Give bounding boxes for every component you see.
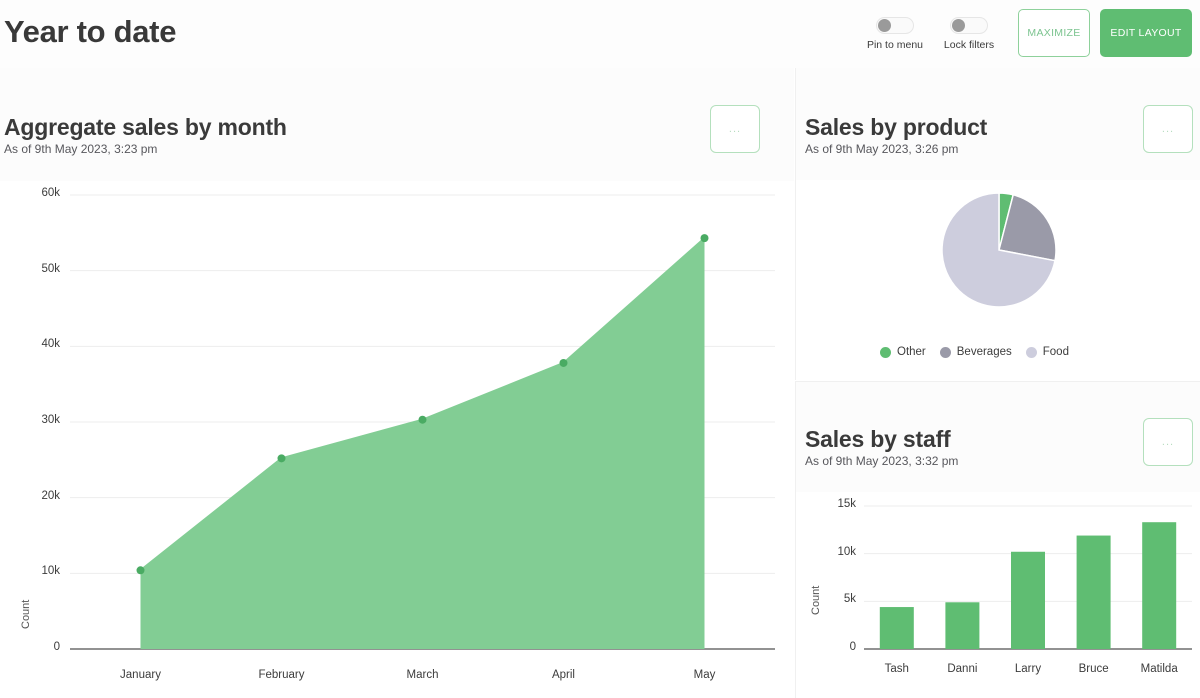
- pin-to-menu-label: Pin to menu: [867, 39, 923, 51]
- dashboard-header: Year to date Pin to menu Lock filters MA…: [0, 0, 1200, 68]
- panel-title-staff: Sales by staff: [805, 426, 951, 453]
- panel-aggregate-sales: Aggregate sales by month As of 9th May 2…: [0, 68, 794, 698]
- panel-sales-by-product: Sales by product As of 9th May 2023, 3:2…: [795, 68, 1200, 380]
- pin-to-menu-toggle[interactable]: [876, 17, 914, 34]
- legend-item[interactable]: Food: [1026, 346, 1069, 358]
- legend-item[interactable]: Other: [880, 346, 926, 358]
- panel-subtitle-aggregate: As of 9th May 2023, 3:23 pm: [4, 142, 157, 156]
- chart-aggregate-sales-by-month: Count 0 10k 20k 30k 40k 50k 60k January Februar…: [0, 181, 794, 698]
- panel-menu-button-staff[interactable]: ...: [1143, 418, 1193, 466]
- y-axis-title-area: Count: [20, 600, 32, 629]
- legend-label: Beverages: [957, 346, 1012, 358]
- maximize-button[interactable]: MAXIMIZE: [1018, 9, 1090, 57]
- y-tick-label: 15k: [796, 498, 856, 510]
- lock-filters-toggle[interactable]: [950, 17, 988, 34]
- toggle-knob: [952, 19, 965, 32]
- pin-to-menu-toggle-group[interactable]: Pin to menu: [858, 9, 932, 51]
- chart-sales-by-staff: Count 05k10k15k TashDanniLarryBruceMatil…: [796, 492, 1200, 697]
- pie-legend: Other Beverages Food: [880, 346, 1069, 358]
- x-tick-label: May: [645, 669, 765, 681]
- legend-swatch-icon: [940, 347, 951, 358]
- lock-filters-toggle-group[interactable]: Lock filters: [932, 9, 1006, 51]
- y-tick-label: 20k: [0, 490, 60, 502]
- legend-swatch-icon: [1026, 347, 1037, 358]
- y-tick-label: 0: [796, 641, 856, 653]
- edit-layout-button[interactable]: EDIT LAYOUT: [1100, 9, 1192, 57]
- legend-swatch-icon: [880, 347, 891, 358]
- toggle-knob: [878, 19, 891, 32]
- y-tick-label: 10k: [796, 546, 856, 558]
- x-tick-label: April: [504, 669, 624, 681]
- dashboard-root: Year to date Pin to menu Lock filters MA…: [0, 0, 1200, 698]
- x-tick-label: February: [222, 669, 342, 681]
- x-tick-label: Matilda: [1109, 663, 1200, 675]
- lock-filters-label: Lock filters: [944, 39, 994, 51]
- panel-header-aggregate: Aggregate sales by month As of 9th May 2…: [0, 68, 794, 181]
- x-tick-label: January: [81, 669, 201, 681]
- y-tick-label: 10k: [0, 565, 60, 577]
- legend-item[interactable]: Beverages: [940, 346, 1012, 358]
- y-tick-label: 5k: [796, 593, 856, 605]
- pie-chart-svg: [796, 180, 1200, 340]
- x-tick-label: March: [363, 669, 483, 681]
- chart-sales-by-product: Other Beverages Food: [796, 180, 1200, 380]
- panel-title-product: Sales by product: [805, 114, 987, 141]
- panel-title-aggregate: Aggregate sales by month: [4, 114, 287, 141]
- header-toolbar: Pin to menu Lock filters MAXIMIZE EDIT L…: [858, 9, 1192, 57]
- y-tick-label: 40k: [0, 338, 60, 350]
- panel-subtitle-staff: As of 9th May 2023, 3:32 pm: [805, 454, 958, 468]
- panel-menu-button-product[interactable]: ...: [1143, 105, 1193, 153]
- y-tick-label: 60k: [0, 187, 60, 199]
- panel-sales-by-staff: Sales by staff As of 9th May 2023, 3:32 …: [795, 381, 1200, 698]
- y-tick-label: 0: [0, 641, 60, 653]
- area-chart-svg: [0, 181, 794, 698]
- y-tick-label: 30k: [0, 414, 60, 426]
- panel-header-product: Sales by product As of 9th May 2023, 3:2…: [796, 68, 1200, 180]
- legend-label: Food: [1043, 346, 1069, 358]
- page-title: Year to date: [4, 14, 176, 50]
- legend-label: Other: [897, 346, 926, 358]
- y-tick-label: 50k: [0, 263, 60, 275]
- panel-header-staff: Sales by staff As of 9th May 2023, 3:32 …: [796, 382, 1200, 492]
- panel-subtitle-product: As of 9th May 2023, 3:26 pm: [805, 142, 958, 156]
- panel-menu-button-aggregate[interactable]: ...: [710, 105, 760, 153]
